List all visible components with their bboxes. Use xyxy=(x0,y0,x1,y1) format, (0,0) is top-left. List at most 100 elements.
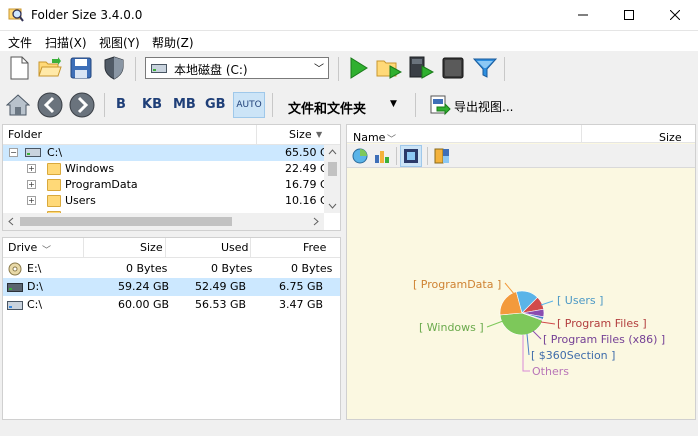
dropdown-arrow-icon[interactable]: ▼ xyxy=(390,99,397,109)
drive-list-header: Drive ﹀ Size Used Free xyxy=(3,238,340,258)
pie-label-program-files-x86: [ Program Files (x86) ] xyxy=(543,333,666,346)
size-column-header[interactable]: Size xyxy=(140,241,163,254)
drive-select[interactable]: 本地磁盘 (C:) ﹀ xyxy=(145,57,329,79)
stop-button[interactable] xyxy=(439,54,467,82)
drive-used: 52.49 GB xyxy=(195,280,247,293)
save-button[interactable] xyxy=(67,54,95,82)
home-icon xyxy=(6,94,30,116)
drive-row[interactable]: D:\ 59.24 GB 52.49 GB 6.75 GB xyxy=(3,278,340,296)
menu-view[interactable]: 视图(Y) xyxy=(99,34,140,51)
start-scan-button[interactable] xyxy=(344,54,372,82)
tree-item-size: 65.50 G xyxy=(285,146,329,159)
folder-tree-header: Folder Size ▼ xyxy=(3,125,340,145)
size-column-header[interactable]: Size xyxy=(289,128,312,141)
open-button[interactable] xyxy=(36,54,64,82)
drive-free: 3.47 GB xyxy=(279,298,324,311)
tree-item-name: C:\ xyxy=(47,146,63,159)
sort-arrow-icon: ▼ xyxy=(316,130,323,139)
hard-disk-icon xyxy=(7,283,23,292)
drive-row[interactable]: E:\ 0 Bytes 0 Bytes 0 Bytes xyxy=(3,260,340,278)
used-column-header[interactable]: Used xyxy=(221,241,249,254)
drive-letter: E:\ xyxy=(27,262,42,275)
pie-label-program-files: [ Program Files ] xyxy=(557,317,647,330)
drive-list-panel: Drive ﹀ Size Used Free E:\ 0 Bytes 0 Byt… xyxy=(2,237,341,420)
system-disk-icon xyxy=(7,301,23,310)
scrollbar-arrows-icon xyxy=(328,149,337,209)
menu-scan[interactable]: 扫描(X) xyxy=(45,34,87,51)
back-button[interactable] xyxy=(36,91,64,119)
folder-icon xyxy=(47,163,61,175)
unit-auto-button[interactable]: AUTO xyxy=(233,92,265,118)
expand-icon[interactable]: + xyxy=(27,196,36,205)
unit-mb-button[interactable]: MB xyxy=(173,97,196,112)
expand-icon[interactable]: + xyxy=(27,164,36,173)
pie-leader-users xyxy=(540,300,554,306)
free-column-header[interactable]: Free xyxy=(303,241,326,254)
pie-leader-programdata xyxy=(504,282,516,296)
unit-kb-button[interactable]: KB xyxy=(142,97,162,112)
title-bar: Folder Size 3.4.0.0 xyxy=(0,0,698,31)
folder-column-header[interactable]: Folder xyxy=(8,128,42,141)
folder-icon xyxy=(47,179,61,191)
shield-icon xyxy=(104,56,124,80)
scan-drive-button[interactable] xyxy=(407,54,435,82)
unit-bytes-button[interactable]: B xyxy=(116,97,126,112)
drive-column-header[interactable]: Drive xyxy=(8,241,37,254)
drive-letter: D:\ xyxy=(27,280,43,293)
filter-button[interactable] xyxy=(471,54,499,82)
drive-row[interactable]: C:\ 60.00 GB 56.53 GB 3.47 GB xyxy=(3,296,340,314)
new-document-icon xyxy=(10,56,29,80)
drive-used: 56.53 GB xyxy=(195,298,247,311)
tree-item-size: 22.49 G xyxy=(285,162,329,175)
collapse-icon[interactable]: − xyxy=(9,148,18,157)
new-button[interactable] xyxy=(5,54,33,82)
drive-select-value: 本地磁盘 (C:) xyxy=(174,63,248,77)
maximize-button[interactable] xyxy=(606,0,652,30)
open-folder-icon xyxy=(38,57,62,77)
save-disk-icon xyxy=(70,57,92,79)
pie-label-360section: [ $360Section ] xyxy=(531,349,616,362)
play-icon xyxy=(350,57,368,79)
shield-button[interactable] xyxy=(100,54,128,82)
chart-view-panel: Name ﹀ Size [ ProgramData ] [ Users ] [ … xyxy=(346,124,696,420)
minimize-button[interactable] xyxy=(560,0,606,30)
drive-size: 60.00 GB xyxy=(118,298,170,311)
arrow-left-icon xyxy=(37,92,63,118)
drive-used: 0 Bytes xyxy=(211,262,253,275)
view-toolbar: B KB MB GB AUTO 文件和文件夹 ▼ 导出视图... xyxy=(0,87,698,123)
home-button[interactable] xyxy=(4,91,32,119)
close-button[interactable] xyxy=(652,0,698,30)
tree-item-name: ProgramData xyxy=(65,178,138,191)
stop-icon xyxy=(442,57,464,79)
app-window: Folder Size 3.4.0.0 文件 扫描(X) 视图(Y) 帮助(Z) xyxy=(0,0,698,436)
tree-row[interactable]: + ProgramData 16.79 G xyxy=(3,177,340,193)
close-icon xyxy=(670,10,680,20)
export-view-button[interactable] xyxy=(425,91,453,119)
tree-row[interactable]: + Windows 22.49 G xyxy=(3,161,340,177)
menu-bar: 文件 扫描(X) 视图(Y) 帮助(Z) xyxy=(0,31,698,51)
forward-button[interactable] xyxy=(68,91,96,119)
tree-vertical-scrollbar[interactable] xyxy=(324,145,340,213)
folder-play-icon xyxy=(376,60,402,79)
maximize-icon xyxy=(624,10,634,20)
scan-folder-button[interactable] xyxy=(375,54,403,82)
main-toolbar: 本地磁盘 (C:) ﹀ xyxy=(0,51,698,87)
tree-row[interactable]: + Users 10.16 G xyxy=(3,193,340,209)
drive-free: 0 Bytes xyxy=(291,262,333,275)
tree-row[interactable]: − C:\ 65.50 G xyxy=(3,145,340,161)
view-mode-dropdown[interactable]: 文件和文件夹 xyxy=(288,98,366,117)
tree-horizontal-scrollbar[interactable] xyxy=(3,213,324,230)
unit-gb-button[interactable]: GB xyxy=(205,97,226,112)
cd-drive-icon xyxy=(8,262,22,276)
minimize-icon xyxy=(578,14,588,16)
menu-help[interactable]: 帮助(Z) xyxy=(152,34,194,51)
folder-icon xyxy=(47,195,61,207)
pie-leader-windows xyxy=(486,320,504,328)
drive-free: 6.75 GB xyxy=(279,280,324,293)
tree-item-size: 10.16 G xyxy=(285,194,329,207)
menu-file[interactable]: 文件 xyxy=(8,34,32,51)
pie-label-users: [ Users ] xyxy=(557,294,604,307)
export-view-label[interactable]: 导出视图... xyxy=(454,98,513,115)
expand-icon[interactable]: + xyxy=(27,180,36,189)
chevron-down-icon: ﹀ xyxy=(314,64,324,75)
